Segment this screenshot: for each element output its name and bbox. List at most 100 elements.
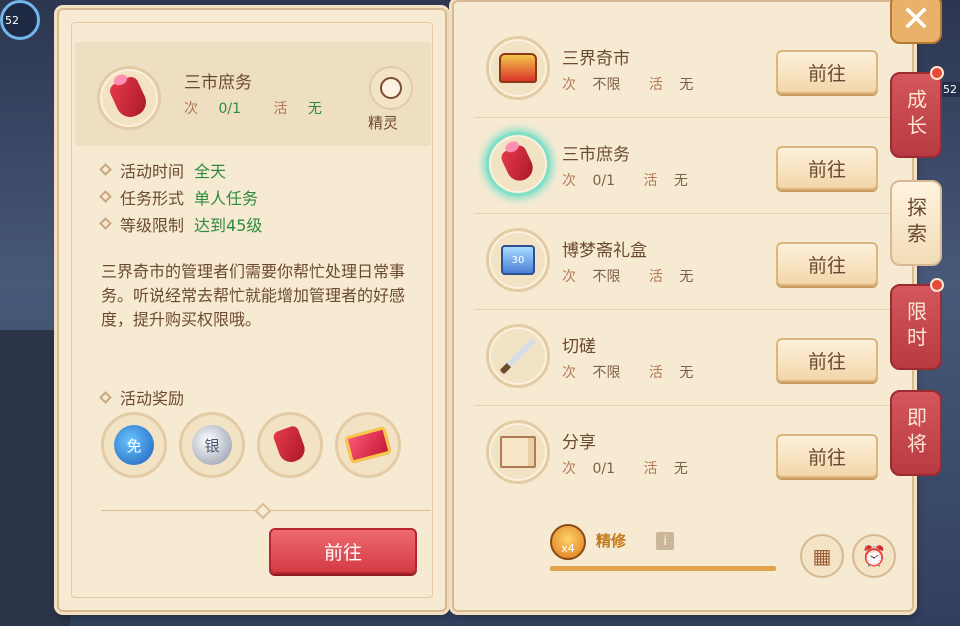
cultivation-icon[interactable]: x4 — [550, 524, 586, 560]
gift-box-icon: 30 — [501, 245, 535, 275]
times-value: 0/1 — [592, 173, 615, 189]
times-label: 次 — [562, 77, 576, 93]
spirit-label: 精灵 — [368, 114, 399, 132]
tab-growth[interactable]: 成长 — [890, 72, 942, 158]
notification-dot — [930, 66, 944, 80]
times-value: 不限 — [592, 365, 621, 381]
info-value: 达到45级 — [194, 215, 263, 235]
activity-icon — [486, 420, 550, 484]
silver-coin-icon: 银 — [192, 425, 232, 465]
list-item[interactable]: 三界奇市 次 不限 活 无 前往 — [474, 22, 896, 118]
times-label: 次 — [562, 173, 576, 189]
go-button[interactable]: 前往 — [776, 146, 878, 190]
activity-icon: 30 — [486, 228, 550, 292]
level-badge: 52 — [0, 0, 40, 40]
diamond-icon — [99, 217, 112, 230]
rewards-title: 活动奖励 — [99, 385, 185, 409]
tab-limited[interactable]: 限时 — [890, 284, 942, 370]
activity-description: 三界奇市的管理者们需要你帮忙处理日常事务。听说经常去帮忙就能增加管理者的好感度，… — [101, 262, 406, 329]
tab-label: 成长 — [903, 89, 928, 141]
tab-explore[interactable]: 探索 — [890, 180, 942, 266]
go-button[interactable]: 前往 — [776, 242, 878, 286]
detail-activity-icon — [97, 66, 161, 130]
alarm-clock-icon[interactable]: ⏰ — [852, 534, 896, 578]
active-label: 活 — [648, 77, 663, 93]
active-value: 无 — [679, 269, 694, 285]
go-button[interactable]: 前往 — [776, 50, 878, 94]
activity-icon — [486, 324, 550, 388]
detail-title: 三市庶务 — [184, 73, 252, 93]
active-label: 活 — [273, 101, 288, 117]
rewards-title-text: 活动奖励 — [120, 389, 185, 408]
rewards-list[interactable]: 免 银 — [101, 412, 431, 478]
book-icon — [500, 436, 536, 468]
cultivation-bar: x4 精修 i ▦ ⏰ — [540, 522, 896, 582]
detail-meta: 次 0/1 活 无 — [184, 98, 350, 118]
diamond-icon — [99, 390, 112, 404]
list-item[interactable]: 30 博梦斋礼盒 次 不限 活 无 前往 — [474, 214, 896, 310]
detail-info-list: 活动时间 全天 任务形式 单人任务 等级限制 达到45级 — [99, 156, 263, 237]
close-button[interactable]: ✕ — [890, 0, 942, 44]
go-button[interactable]: 前往 — [776, 338, 878, 382]
activity-name: 切磋 — [562, 337, 596, 357]
times-label: 次 — [184, 101, 198, 117]
tab-label: 即将 — [903, 407, 928, 459]
active-value: 无 — [679, 77, 694, 93]
info-label: 活动时间 — [120, 161, 185, 181]
activity-meta: 次 不限 活 无 — [562, 362, 717, 382]
activity-list: 三界奇市 次 不限 活 无 前往 三市庶务 次 0/1 活 无 前往 30 博梦… — [474, 22, 896, 502]
info-value: 全天 — [194, 161, 227, 181]
tab-label: 探索 — [903, 197, 928, 249]
go-button[interactable]: 前往 — [269, 528, 417, 574]
reward-item[interactable] — [257, 412, 323, 478]
info-label: 任务形式 — [120, 188, 185, 208]
red-ticket-icon — [344, 426, 392, 464]
level-badge-text: 52 — [5, 14, 19, 27]
tab-label: 限时 — [903, 301, 928, 353]
reward-item[interactable]: 银 — [179, 412, 245, 478]
side-number: 52 — [940, 82, 960, 97]
info-label: 等级限制 — [120, 215, 185, 235]
cultivation-progress-fill — [550, 566, 776, 571]
reward-item[interactable] — [335, 412, 401, 478]
active-label: 活 — [648, 269, 663, 285]
calendar-icon[interactable]: ▦ — [800, 534, 844, 578]
times-value: 不限 — [592, 77, 621, 93]
go-button[interactable]: 前往 — [776, 434, 878, 478]
activity-name: 博梦斋礼盒 — [562, 241, 647, 261]
list-item[interactable]: 分享 次 0/1 活 无 前往 — [474, 406, 896, 502]
active-label: 活 — [648, 365, 663, 381]
sword-icon — [499, 337, 537, 375]
diamond-icon — [99, 163, 112, 176]
info-row-time: 活动时间 全天 — [99, 156, 262, 183]
activity-meta: 次 不限 活 无 — [562, 74, 717, 94]
activity-meta: 次 0/1 活 无 — [562, 170, 712, 190]
activity-meta: 次 0/1 活 无 — [562, 458, 712, 478]
activity-icon — [486, 132, 550, 196]
diamond-icon — [99, 190, 112, 203]
spirit-button[interactable] — [369, 66, 413, 110]
active-label: 活 — [643, 461, 658, 477]
tab-upcoming[interactable]: 即将 — [890, 390, 942, 476]
cultivation-progress — [550, 566, 776, 571]
spirit-icon — [380, 77, 402, 99]
red-pouch-icon — [499, 143, 537, 185]
active-value: 无 — [673, 173, 688, 189]
times-label: 次 — [562, 461, 576, 477]
reward-item[interactable]: 免 — [101, 412, 167, 478]
activity-name: 三界奇市 — [562, 49, 630, 69]
times-label: 次 — [562, 365, 576, 381]
red-pouch-icon — [107, 74, 151, 122]
blue-coin-icon: 免 — [114, 425, 154, 465]
activity-detail-panel: 三市庶务 次 0/1 活 无 精灵 活动时间 全天 任务形式 单人任务 等级限制… — [57, 8, 447, 612]
info-row-level: 等级限制 达到45级 — [99, 210, 263, 237]
cultivation-label: 精修 — [596, 532, 627, 550]
info-row-mode: 任务形式 单人任务 — [99, 183, 262, 210]
info-icon[interactable]: i — [656, 532, 674, 550]
active-label: 活 — [643, 173, 658, 189]
activity-list-panel: 三界奇市 次 不限 活 无 前往 三市庶务 次 0/1 活 无 前往 30 博梦… — [452, 0, 914, 612]
divider-ornament — [254, 502, 272, 520]
activity-name: 三市庶务 — [562, 145, 630, 165]
list-item[interactable]: 切磋 次 不限 活 无 前往 — [474, 310, 896, 406]
list-item[interactable]: 三市庶务 次 0/1 活 无 前往 — [474, 118, 896, 214]
